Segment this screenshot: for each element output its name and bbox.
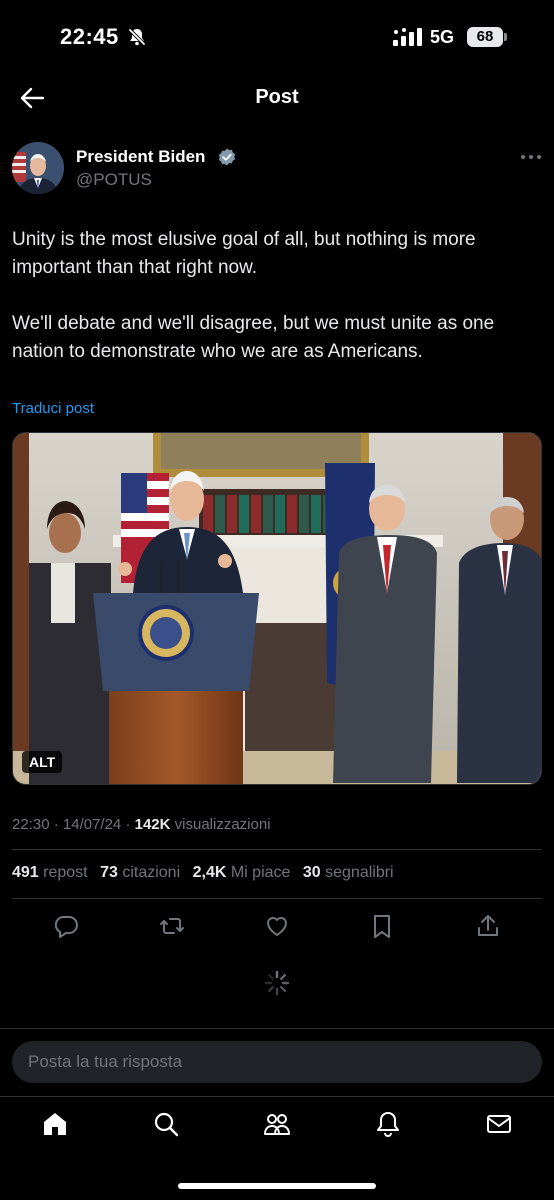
stat-count: 2,4K: [192, 864, 227, 881]
stat-count: 30: [302, 864, 321, 881]
post-paragraph: Unity is the most elusive goal of all, b…: [12, 229, 476, 278]
bell-off-icon: [127, 27, 147, 47]
page-title: Post: [255, 86, 299, 108]
views-count: 142K: [134, 816, 171, 833]
more-options-icon[interactable]: [520, 150, 542, 164]
home-indicator: [178, 1183, 376, 1189]
communities-icon[interactable]: [263, 1110, 291, 1138]
post-text: Unity is the most elusive goal of all, b…: [12, 226, 544, 394]
author-handle[interactable]: @POTUS: [76, 170, 152, 190]
meta-separator: ·: [121, 816, 135, 833]
stat-reposts[interactable]: 491 repost: [12, 864, 88, 881]
post-date: 14/07/24: [62, 816, 122, 833]
divider: [12, 898, 542, 899]
alt-badge[interactable]: ALT: [22, 751, 63, 773]
like-icon[interactable]: [264, 913, 290, 939]
messages-icon[interactable]: [485, 1110, 513, 1138]
avatar-image: [12, 142, 64, 194]
stat-quotes[interactable]: 73 citazioni: [100, 864, 180, 881]
notifications-icon[interactable]: [374, 1110, 402, 1138]
signal-icon: [393, 28, 422, 46]
stat-count: 491: [12, 864, 39, 881]
post-image[interactable]: [12, 432, 542, 785]
avatar[interactable]: [12, 142, 64, 194]
views-label: visualizzazioni: [174, 816, 271, 833]
battery-tip: [504, 33, 507, 41]
home-icon[interactable]: [41, 1110, 69, 1138]
translate-post-link[interactable]: Traduci post: [12, 400, 94, 417]
status-bar: 22:45 5G 68: [0, 0, 554, 72]
stat-label: segnalibri: [325, 864, 394, 881]
share-icon[interactable]: [475, 913, 501, 939]
loading-spinner-icon: [264, 970, 290, 996]
divider: [12, 849, 542, 850]
network-type: 5G: [430, 27, 455, 47]
reply-input[interactable]: [12, 1041, 542, 1083]
post-header: Post: [0, 72, 554, 124]
post-paragraph: We'll debate and we'll disagree, but we …: [12, 313, 495, 362]
stat-likes[interactable]: 2,4K Mi piace: [193, 864, 291, 881]
stat-bookmarks[interactable]: 30 segnalibri: [303, 864, 394, 881]
verified-badge-icon: [218, 148, 236, 166]
reply-icon[interactable]: [53, 913, 79, 939]
post-meta: 22:30 · 14/07/24 · 142K visualizzazioni: [12, 816, 271, 833]
stat-count: 73: [100, 864, 118, 881]
engagement-stats: 491 repost 73 citazioni 2,4K Mi piace 30…: [12, 864, 402, 882]
stat-label: repost: [43, 864, 88, 881]
stat-label: citazioni: [122, 864, 181, 881]
repost-icon[interactable]: [159, 913, 185, 939]
search-icon[interactable]: [152, 1110, 180, 1138]
status-time: 22:45: [60, 24, 119, 49]
stat-label: Mi piace: [230, 864, 291, 881]
bookmark-icon[interactable]: [369, 913, 395, 939]
post-time: 22:30: [12, 816, 50, 833]
meta-separator: ·: [49, 816, 63, 833]
press-conference-photo: [13, 433, 541, 784]
battery-level: 68: [467, 27, 503, 47]
author-name[interactable]: President Biden: [76, 147, 205, 167]
